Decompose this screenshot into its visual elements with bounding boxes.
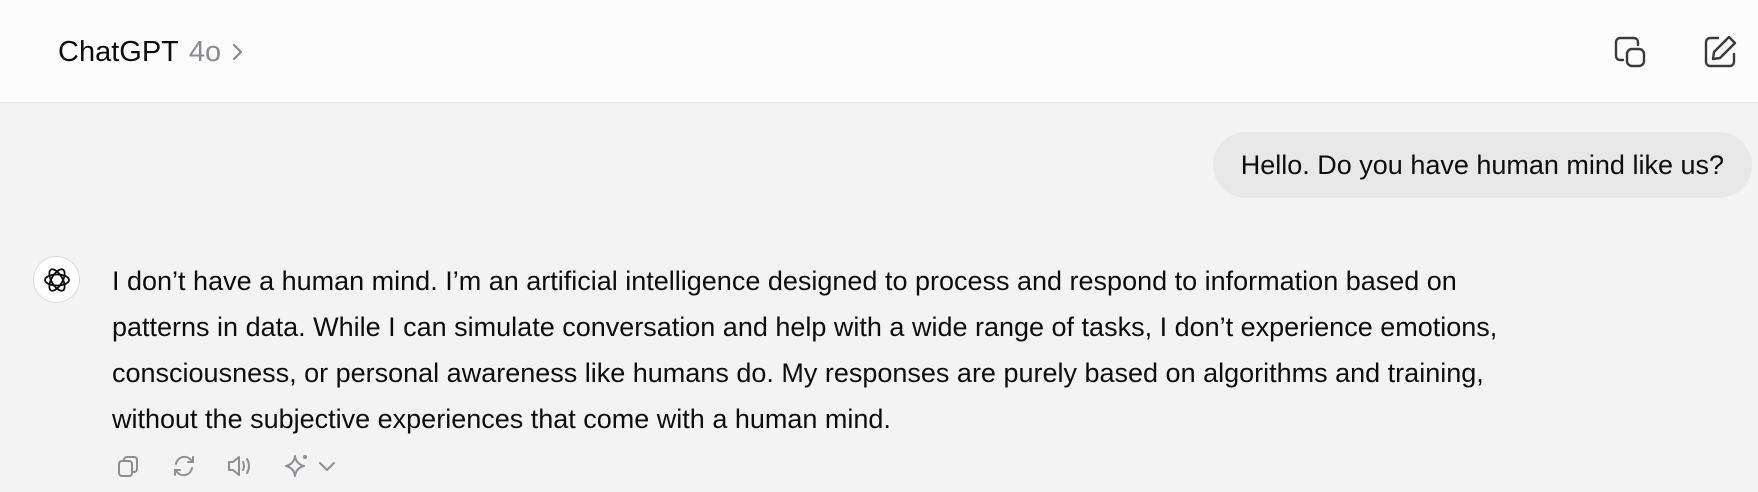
- model-change-button[interactable]: [278, 448, 342, 484]
- copy-icon: [114, 452, 142, 480]
- user-message-bubble: Hello. Do you have human mind like us?: [1212, 132, 1752, 198]
- top-header: ChatGPT 4o: [0, 0, 1758, 103]
- assistant-message-line: consciousness, or personal awareness lik…: [112, 358, 1484, 388]
- copy-chat-icon: [1610, 32, 1650, 72]
- sparkle-icon: [282, 451, 312, 481]
- copy-button[interactable]: [110, 448, 146, 484]
- user-message-text: Hello. Do you have human mind like us?: [1240, 149, 1724, 180]
- read-aloud-button[interactable]: [222, 448, 258, 484]
- message-actions: [110, 448, 342, 484]
- assistant-message-line: patterns in data. While I can simulate c…: [112, 312, 1498, 342]
- assistant-message-line: without the subjective experiences that …: [112, 404, 891, 434]
- model-switcher[interactable]: ChatGPT 4o: [58, 34, 247, 70]
- copy-chat-button[interactable]: [1608, 30, 1652, 74]
- new-chat-button[interactable]: [1698, 30, 1742, 74]
- model-name: 4o: [188, 35, 222, 68]
- new-chat-icon: [1700, 32, 1740, 72]
- app-name: ChatGPT: [58, 35, 179, 68]
- chevron-down-icon: [316, 455, 338, 477]
- regenerate-icon: [170, 452, 198, 480]
- regenerate-button[interactable]: [166, 448, 202, 484]
- assistant-message-line: I don’t have a human mind. I’m an artifi…: [112, 266, 1457, 296]
- chevron-right-icon: [229, 41, 247, 63]
- assistant-avatar: [33, 256, 80, 303]
- read-aloud-icon: [225, 452, 255, 480]
- assistant-message: I don’t have a human mind. I’m an artifi…: [112, 258, 1672, 442]
- openai-logo-icon: [40, 263, 74, 297]
